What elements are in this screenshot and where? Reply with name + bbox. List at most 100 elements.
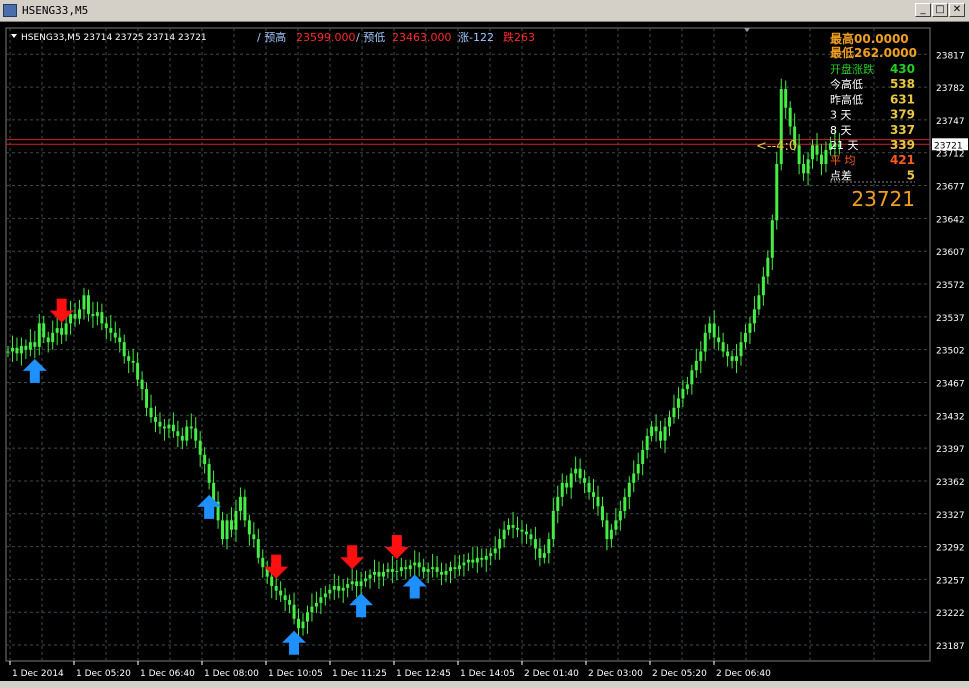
x-tick-label: 1 Dec 14:05 [460,669,515,679]
info-row-value: 430 [890,62,915,76]
info-row-value: 337 [890,123,915,137]
candle-body [645,435,649,450]
info-row-label: 今高低 [830,77,863,91]
candle-body [243,496,247,521]
candle-body [368,574,372,579]
candle-body [659,431,663,441]
candle-body [824,149,828,164]
candle-body [203,454,207,465]
candle-body [24,345,28,350]
candle-body [426,569,430,572]
candle-body [676,398,680,408]
symbol-ohlc-text: HSENG33,M5 23714 23725 23714 23721 [21,33,207,43]
candle-body [73,314,77,319]
candle-body [256,539,260,558]
candle-body [502,529,506,540]
candle-body [757,295,761,310]
y-tick-label: 23292 [936,544,965,554]
candle-body [64,323,68,335]
candle-body [632,473,636,483]
candle-body [770,220,774,258]
candle-body [149,407,153,418]
candle-body [600,506,604,521]
candle-body [685,384,689,390]
candle-body [587,482,591,493]
candle-body [95,312,99,316]
x-tick-label: 1 Dec 08:00 [204,669,259,679]
y-tick-label: 23362 [936,478,965,488]
candle-body [395,570,399,572]
candle-body [171,424,175,432]
candle-body [355,581,359,586]
x-tick-label: 2 Dec 03:00 [588,669,643,679]
day-low-text: 最低262.0000 [830,45,917,60]
y-tick-label: 23467 [936,379,965,389]
candle-body [60,328,64,335]
y-tick-label: 23397 [936,445,965,455]
candle-body [33,342,37,347]
candle-body [775,163,779,221]
candle-body [279,590,283,596]
x-tick-label: 1 Dec 2014 [12,669,64,679]
candle-body [583,478,587,483]
candle-body [292,604,296,619]
pred-high-value: 23599.000 [296,31,356,44]
candle-body [328,589,332,594]
price-chart[interactable]: 2381723782237472371223677236422360723572… [0,0,969,681]
candle-body [480,557,484,560]
candle-body [346,584,350,588]
current-price-tag-label: 23721 [934,141,963,151]
candle-body [466,559,470,563]
candle-body [261,557,265,568]
candle-body [225,520,229,540]
candle-body [283,595,287,601]
candle-body [422,567,426,572]
x-tick-label: 2 Dec 05:20 [652,669,707,679]
candle-body [672,407,676,418]
candle-body [596,496,600,507]
fall-label: 跌263 [503,30,535,44]
candle-body [140,379,144,390]
candle-body [145,389,149,408]
candle-body [113,332,117,338]
candle-body [431,567,435,570]
candle-body [618,510,622,521]
candle-body [694,360,698,371]
candle-body [185,426,189,441]
y-tick-label: 23642 [936,215,965,225]
y-tick-label: 23572 [936,281,965,291]
candle-body [332,585,336,590]
candle-body [274,585,278,591]
candle-body [301,621,305,629]
x-tick-label: 1 Dec 10:05 [268,669,323,679]
info-row-value: 379 [890,108,915,122]
candle-body [806,159,810,174]
y-tick-label: 23677 [936,183,965,193]
pred-high-label: / 预高 [257,30,286,44]
info-row-label: 3 天 [830,109,852,122]
candle-body [6,351,10,353]
y-tick-label: 23817 [936,51,965,61]
candle-body [127,356,131,361]
candle-body [252,534,256,540]
candle-body [507,525,511,530]
candle-body [641,450,645,465]
info-row-label: 开盘涨跌 [830,62,874,76]
candle-body [122,342,126,357]
candle-body [364,578,368,582]
x-tick-label: 1 Dec 12:45 [396,669,451,679]
y-tick-label: 23187 [936,642,965,652]
candle-body [91,314,95,316]
candle-body [636,464,640,474]
candle-body [78,309,82,319]
candle-body [69,314,73,324]
candle-body [569,473,573,488]
candle-body [654,426,658,432]
candle-body [319,597,323,603]
candle-body [399,567,403,571]
candle-body [574,468,578,474]
y-tick-label: 23327 [936,511,965,521]
candle-body [811,145,815,160]
candle-body [453,567,457,570]
candle-body [341,587,345,591]
